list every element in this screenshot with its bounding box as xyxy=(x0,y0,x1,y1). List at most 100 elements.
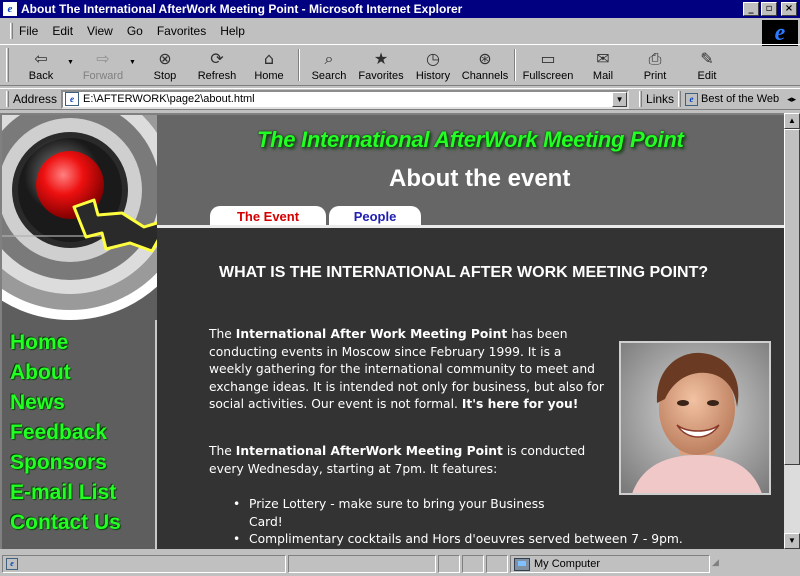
nav-about[interactable]: About xyxy=(10,358,121,388)
stop-icon: ⊗ xyxy=(158,49,172,68)
features-list: Prize Lottery - make sure to bring your … xyxy=(233,496,713,549)
mail-label: Mail xyxy=(592,69,614,82)
fullscreen-button[interactable]: ▭ Fullscreen xyxy=(519,45,577,85)
forward-dropdown-icon[interactable]: ▼ xyxy=(129,45,139,85)
minimize-button[interactable]: _ xyxy=(743,2,759,16)
back-arrow-icon: ⇦ xyxy=(34,49,48,68)
nav-email-list[interactable]: E-mail List xyxy=(10,478,121,508)
toolbar-separator xyxy=(514,49,516,81)
favorites-label: Favorites xyxy=(358,69,404,82)
p1-d: It's here for you! xyxy=(461,397,579,412)
address-dropdown-icon[interactable]: ▼ xyxy=(612,91,628,107)
address-value: E:\AFTERWORK\page2\about.html xyxy=(83,93,255,105)
ie-logo-icon: e xyxy=(762,20,798,46)
list-item: Prize Lottery - make sure to bring your … xyxy=(233,496,573,531)
history-label: History xyxy=(415,69,451,82)
title-bar: e About The International AfterWork Meet… xyxy=(0,0,800,18)
nav-news[interactable]: News xyxy=(10,388,121,418)
back-label: Back xyxy=(28,69,54,82)
stop-button[interactable]: ⊗ Stop xyxy=(139,45,191,85)
toolbar-grip[interactable] xyxy=(6,48,9,82)
p1-a: The xyxy=(209,327,236,341)
intro-paragraph: The International After Work Meeting Poi… xyxy=(209,326,605,414)
person-photo xyxy=(619,341,771,495)
refresh-button[interactable]: ⟳ Refresh xyxy=(191,45,243,85)
tab-people[interactable]: People xyxy=(329,206,421,226)
refresh-icon: ⟳ xyxy=(210,49,224,68)
mail-icon: ✉ xyxy=(596,49,610,68)
best-of-web-link[interactable]: e Best of the Web xyxy=(685,92,779,106)
address-label: Address xyxy=(13,92,58,106)
sidebar: Home About News Feedback Sponsors E-mail… xyxy=(2,115,157,549)
resize-grip-icon[interactable]: ◢ xyxy=(712,557,726,571)
main-content: WHAT IS THE INTERNATIONAL AFTER WORK MEE… xyxy=(157,228,784,549)
status-text-pane: e xyxy=(2,555,286,573)
menu-edit[interactable]: Edit xyxy=(52,24,73,38)
nav-feedback[interactable]: Feedback xyxy=(10,418,121,448)
browser-window: e About The International AfterWork Meet… xyxy=(0,0,800,576)
target-logo-icon xyxy=(2,115,157,320)
scroll-down-icon[interactable]: ▼ xyxy=(784,533,800,549)
p2-b: International AfterWork Meeting Point xyxy=(235,444,503,458)
menu-help[interactable]: Help xyxy=(220,24,245,38)
nav-contact-us[interactable]: Contact Us xyxy=(10,508,121,538)
forward-label: Forward xyxy=(82,69,124,82)
back-button[interactable]: ⇦ Back xyxy=(15,45,67,85)
maximize-button[interactable]: ▫ xyxy=(761,2,777,16)
menu-bar: File Edit View Go Favorites Help xyxy=(0,20,760,42)
chevron-right-icon[interactable]: ◂▸ xyxy=(787,94,796,105)
address-grip[interactable] xyxy=(6,91,9,107)
channels-label: Channels xyxy=(461,69,509,82)
print-button[interactable]: ⎙ Print xyxy=(629,45,681,85)
favorites-button[interactable]: ★ Favorites xyxy=(355,45,407,85)
site-brand: The International AfterWork Meeting Poin… xyxy=(257,127,684,152)
menu-grip[interactable] xyxy=(10,23,13,39)
address-bar: Address e E:\AFTERWORK\page2\about.html … xyxy=(0,88,800,110)
address-input[interactable]: e E:\AFTERWORK\page2\about.html ▼ xyxy=(61,89,630,109)
fullscreen-icon: ▭ xyxy=(540,49,556,68)
home-icon: ⌂ xyxy=(263,49,275,68)
section-heading: WHAT IS THE INTERNATIONAL AFTER WORK MEE… xyxy=(219,264,709,281)
mail-button[interactable]: ✉ Mail xyxy=(577,45,629,85)
links-label[interactable]: Links xyxy=(646,92,674,106)
edit-button[interactable]: ✎ Edit xyxy=(681,45,733,85)
site-header: The International AfterWork Meeting Poin… xyxy=(157,115,784,228)
home-button[interactable]: ⌂ Home xyxy=(243,45,295,85)
scroll-up-icon[interactable]: ▲ xyxy=(784,113,800,129)
menu-favorites[interactable]: Favorites xyxy=(157,24,206,38)
edit-label: Edit xyxy=(697,69,717,82)
ie-icon: e xyxy=(3,2,17,16)
vertical-scrollbar[interactable]: ▲ ▼ xyxy=(784,113,800,549)
history-button[interactable]: ◷ History xyxy=(407,45,459,85)
standard-toolbar: ⇦ Back ▼ ⇨ Forward ▼ ⊗ Stop ⟳ Refresh ⌂ … xyxy=(0,44,800,86)
status-pane-offline xyxy=(438,555,460,573)
computer-icon xyxy=(514,557,530,571)
status-page-icon: e xyxy=(6,558,18,570)
close-button[interactable]: × xyxy=(781,2,797,16)
scroll-thumb[interactable] xyxy=(784,129,800,465)
history-icon: ◷ xyxy=(426,49,440,68)
fullscreen-label: Fullscreen xyxy=(522,69,574,82)
channels-button[interactable]: ⊛ Channels xyxy=(459,45,511,85)
menu-view[interactable]: View xyxy=(87,24,113,38)
nav-sponsors[interactable]: Sponsors xyxy=(10,448,121,478)
links-grip[interactable] xyxy=(639,91,643,107)
back-dropdown-icon[interactable]: ▼ xyxy=(67,45,77,85)
favorites-icon: ★ xyxy=(373,49,389,68)
page-title: About the event xyxy=(389,165,571,192)
forward-button[interactable]: ⇨ Forward xyxy=(77,45,129,85)
schedule-paragraph: The International AfterWork Meeting Poin… xyxy=(209,443,605,478)
nav-home[interactable]: Home xyxy=(10,328,121,358)
list-item: Complimentary cocktails and Hors d'oeuvr… xyxy=(233,531,713,549)
status-bar: e My Computer ◢ xyxy=(0,552,800,576)
search-icon: ⌕ xyxy=(324,48,334,68)
home-label: Home xyxy=(254,69,284,82)
page-viewport: Home About News Feedback Sponsors E-mail… xyxy=(0,113,784,549)
menu-file[interactable]: File xyxy=(19,24,38,38)
portrait-image-icon xyxy=(621,343,769,493)
tab-the-event[interactable]: The Event xyxy=(210,206,326,226)
menu-go[interactable]: Go xyxy=(127,24,143,38)
search-button[interactable]: ⌕ Search xyxy=(303,45,355,85)
links-bar: Links e Best of the Web ◂▸ xyxy=(639,91,796,107)
printer-icon: ⎙ xyxy=(648,48,662,68)
